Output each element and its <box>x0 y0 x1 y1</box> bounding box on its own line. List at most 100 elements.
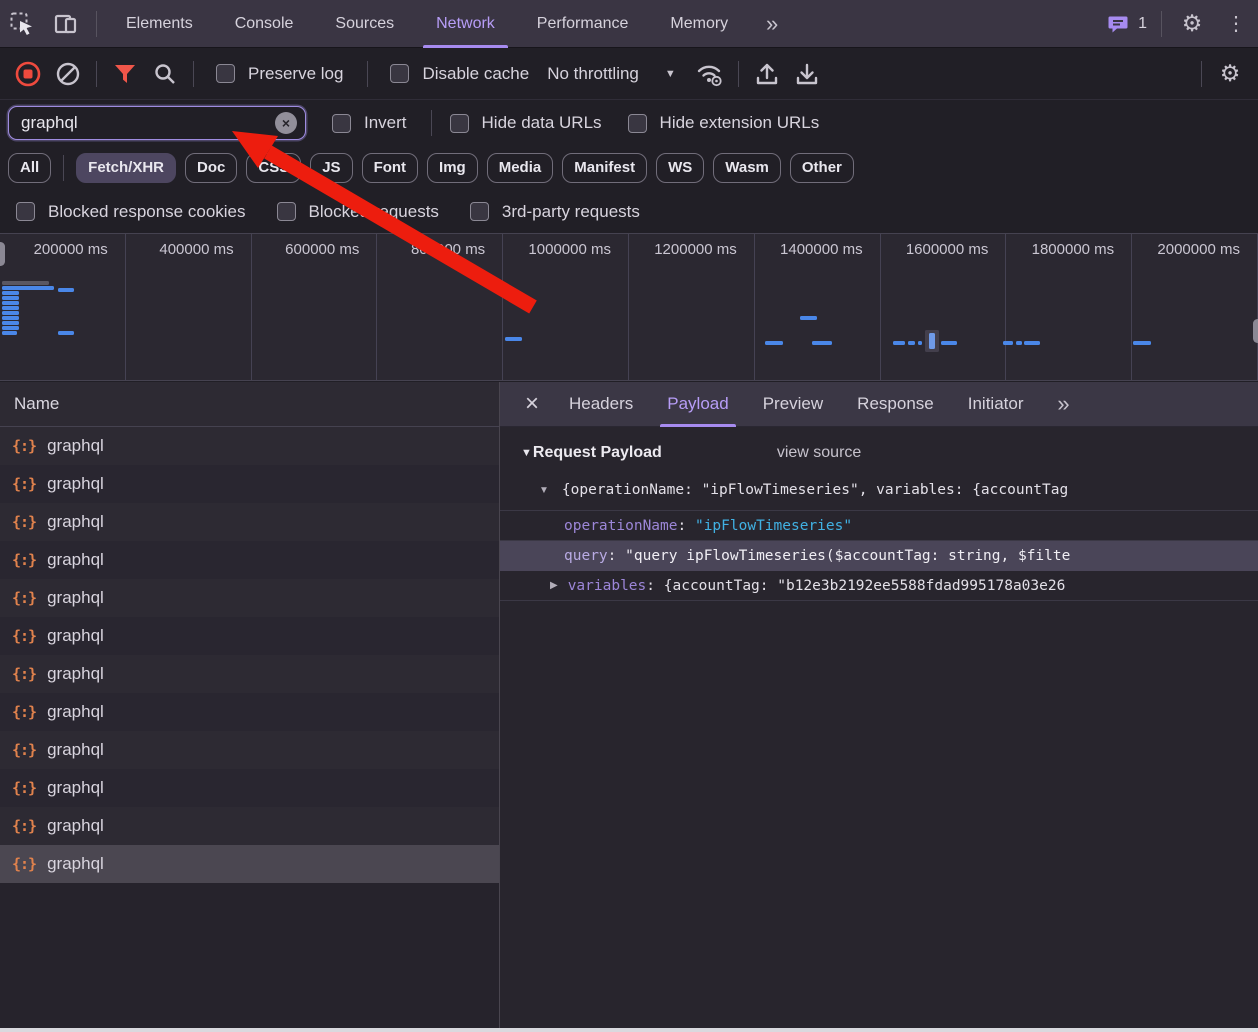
detail-tab-initiator[interactable]: Initiator <box>951 382 1041 427</box>
request-row[interactable]: {:}graphql <box>0 579 499 617</box>
disable-cache-checkbox[interactable]: Disable cache <box>390 64 529 84</box>
payload-prop-row[interactable]: operationName: "ipFlowTimeseries" <box>500 511 1258 541</box>
timeline-overview[interactable]: 200000 ms400000 ms600000 ms800000 ms1000… <box>0 233 1258 381</box>
gear-icon: ⚙ <box>1220 62 1241 85</box>
request-row[interactable]: {:}graphql <box>0 427 499 465</box>
payload-prop-row[interactable]: ▶variables: {accountTag: "b12e3b2192ee55… <box>500 571 1258 601</box>
divider <box>738 61 739 87</box>
hide-data-urls-checkbox[interactable]: Hide data URLs <box>450 113 602 133</box>
name-column-header[interactable]: Name <box>0 382 499 427</box>
detail-tab-preview[interactable]: Preview <box>746 382 840 427</box>
request-name: graphql <box>47 778 104 798</box>
settings-button[interactable]: ⚙ <box>1170 0 1214 48</box>
request-name: graphql <box>47 854 104 874</box>
invert-checkbox[interactable]: Invert <box>332 113 407 133</box>
json-request-icon: {:} <box>12 741 36 759</box>
network-conditions-button[interactable] <box>690 54 730 94</box>
network-settings-button[interactable]: ⚙ <box>1210 54 1250 94</box>
request-row[interactable]: {:}graphql <box>0 845 499 883</box>
timeline-tick: 400000 ms <box>126 234 252 380</box>
clear-button[interactable] <box>48 54 88 94</box>
request-row[interactable]: {:} graphql <box>0 465 499 503</box>
hide-extension-urls-checkbox[interactable]: Hide extension URLs <box>628 113 820 133</box>
chip-wasm[interactable]: Wasm <box>713 153 781 183</box>
tab-console[interactable]: Console <box>214 0 315 48</box>
tab-elements[interactable]: Elements <box>105 0 214 48</box>
json-request-icon: {:} <box>12 475 36 493</box>
throttling-value: No throttling <box>547 64 639 84</box>
json-request-icon: {:} <box>12 665 36 683</box>
checkbox-icon <box>390 64 409 83</box>
request-row[interactable]: {:}graphql <box>0 541 499 579</box>
prop-colon: : <box>608 548 625 564</box>
detail-tab-response[interactable]: Response <box>840 382 951 427</box>
checkbox-icon <box>450 114 469 133</box>
inspect-element-button[interactable] <box>0 0 44 48</box>
chip-fetch-xhr[interactable]: Fetch/XHR <box>76 153 176 183</box>
payload-view: ▼ Request Payload view source ▼ {operati… <box>500 427 1258 1028</box>
prop-colon: : <box>678 518 695 534</box>
chip-manifest[interactable]: Manifest <box>562 153 647 183</box>
close-detail-button[interactable]: × <box>512 382 552 427</box>
overview-left-handle[interactable] <box>0 242 5 266</box>
blocked-response-cookies-checkbox[interactable]: Blocked response cookies <box>16 202 246 222</box>
timeline-tick: 2000000 ms <box>1132 234 1258 380</box>
throttling-select[interactable]: No throttling ▼ <box>547 64 676 84</box>
record-button[interactable] <box>8 54 48 94</box>
request-row[interactable]: {:}graphql <box>0 731 499 769</box>
tab-sources[interactable]: Sources <box>314 0 415 48</box>
payload-prop-row[interactable]: query: "query ipFlowTimeseries($accountT… <box>500 541 1258 571</box>
detail-tab-payload[interactable]: Payload <box>650 382 745 427</box>
tab-network[interactable]: Network <box>415 0 516 48</box>
device-toolbar-button[interactable] <box>44 0 88 48</box>
extra-filters-row: Blocked response cookies Blocked requests… <box>0 190 1258 233</box>
blocked-response-cookies-label: Blocked response cookies <box>48 202 246 222</box>
more-tabs-button[interactable]: » <box>749 0 793 48</box>
request-row[interactable]: {:}graphql <box>0 655 499 693</box>
chip-js[interactable]: JS <box>310 153 352 183</box>
preserve-log-checkbox[interactable]: Preserve log <box>216 64 343 84</box>
import-har-button[interactable] <box>747 54 787 94</box>
request-row[interactable]: {:}graphql <box>0 769 499 807</box>
detail-tab-headers[interactable]: Headers <box>552 382 650 427</box>
chip-all[interactable]: All <box>8 153 51 183</box>
chip-css[interactable]: CSS <box>246 153 301 183</box>
chip-other[interactable]: Other <box>790 153 854 183</box>
checkbox-icon <box>277 202 296 221</box>
blocked-requests-checkbox[interactable]: Blocked requests <box>277 202 439 222</box>
issues-indicator[interactable]: 1 <box>1102 14 1153 34</box>
request-payload-section[interactable]: ▼ Request Payload view source <box>500 444 1258 462</box>
divider <box>431 110 432 136</box>
chevron-down-icon: ▼ <box>665 68 676 80</box>
chip-ws[interactable]: WS <box>656 153 704 183</box>
export-har-button[interactable] <box>787 54 827 94</box>
view-source-link[interactable]: view source <box>777 444 861 462</box>
request-row[interactable]: {:}graphql <box>0 807 499 845</box>
filter-button[interactable] <box>105 54 145 94</box>
request-rows: {:}graphql{:}graphql{:}graphql{:}graphql… <box>0 427 499 883</box>
tab-performance[interactable]: Performance <box>516 0 650 48</box>
json-request-icon: {:} <box>12 627 36 645</box>
request-row[interactable]: {:}graphql <box>0 503 499 541</box>
more-detail-tabs-button[interactable]: » <box>1040 382 1084 427</box>
filter-input[interactable] <box>21 113 275 133</box>
checkbox-icon <box>16 202 35 221</box>
timeline-tick: 800000 ms <box>377 234 503 380</box>
request-row[interactable]: {:}graphql <box>0 617 499 655</box>
network-main-split: Name {:}graphql{:}graphql{:}graphql{:}gr… <box>0 382 1258 1028</box>
chip-font[interactable]: Font <box>362 153 418 183</box>
devtools-menu-button[interactable]: ⋮ <box>1214 0 1258 48</box>
request-name: graphql <box>47 474 104 494</box>
search-button[interactable] <box>145 54 185 94</box>
overview-right-handle[interactable] <box>1253 319 1258 343</box>
tab-memory[interactable]: Memory <box>649 0 749 48</box>
3rd-party-requests-checkbox[interactable]: 3rd-party requests <box>470 202 640 222</box>
chip-doc[interactable]: Doc <box>185 153 237 183</box>
clear-filter-button[interactable]: × <box>275 112 297 134</box>
chip-media[interactable]: Media <box>487 153 554 183</box>
request-row[interactable]: {:}graphql <box>0 693 499 731</box>
payload-preview-line[interactable]: ▼ {operationName: "ipFlowTimeseries", va… <box>500 482 1258 498</box>
json-request-icon: {:} <box>12 437 36 455</box>
checkbox-icon <box>470 202 489 221</box>
chip-img[interactable]: Img <box>427 153 478 183</box>
